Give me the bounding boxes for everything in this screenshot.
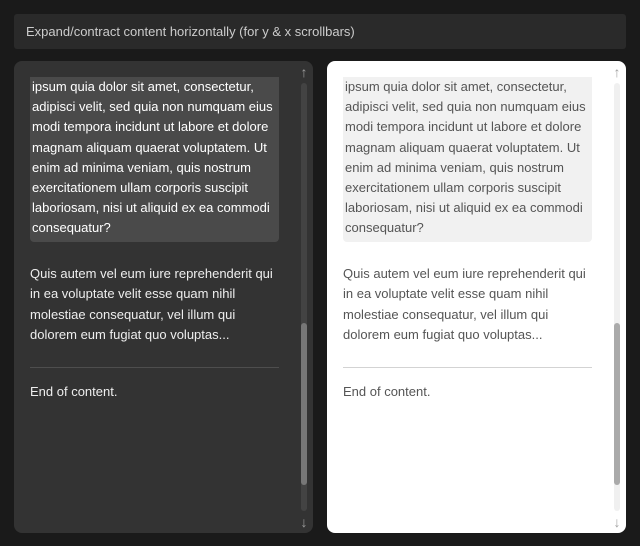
end-of-content-label: End of content. xyxy=(30,382,279,402)
arrow-up-icon[interactable]: ↑ xyxy=(614,65,621,79)
arrow-up-icon[interactable]: ↑ xyxy=(301,65,308,79)
divider xyxy=(343,367,592,368)
scrollbar-track[interactable] xyxy=(301,83,307,511)
paragraph-plain: Quis autem vel eum iure reprehenderit qu… xyxy=(343,264,592,345)
arrow-down-icon[interactable]: ↓ xyxy=(614,515,621,529)
arrow-down-icon[interactable]: ↓ xyxy=(301,515,308,529)
panels-row: Neque porro quisquam est, qui dolorem ip… xyxy=(0,61,640,533)
section-title: Expand/contract content horizontally (fo… xyxy=(26,24,355,39)
scroll-content-dark: Neque porro quisquam est, qui dolorem ip… xyxy=(30,77,279,402)
paragraph-plain: Quis autem vel eum iure reprehenderit qu… xyxy=(30,264,279,345)
scrollbar-thumb[interactable] xyxy=(614,323,620,486)
panel-dark: Neque porro quisquam est, qui dolorem ip… xyxy=(14,61,313,533)
paragraph-highlighted: Neque porro quisquam est, qui dolorem ip… xyxy=(343,77,592,242)
scrollbar-thumb[interactable] xyxy=(301,323,307,486)
section-header: Expand/contract content horizontally (fo… xyxy=(14,14,626,49)
panel-light: Neque porro quisquam est, qui dolorem ip… xyxy=(327,61,626,533)
scroll-content-light: Neque porro quisquam est, qui dolorem ip… xyxy=(343,77,592,402)
scrollbar-track[interactable] xyxy=(614,83,620,511)
divider xyxy=(30,367,279,368)
vertical-scrollbar-dark[interactable]: ↑ ↓ xyxy=(297,65,311,529)
end-of-content-label: End of content. xyxy=(343,382,592,402)
scroll-viewport-light[interactable]: Neque porro quisquam est, qui dolorem ip… xyxy=(343,77,610,517)
paragraph-highlighted: Neque porro quisquam est, qui dolorem ip… xyxy=(30,77,279,242)
scroll-viewport-dark[interactable]: Neque porro quisquam est, qui dolorem ip… xyxy=(30,77,297,517)
vertical-scrollbar-light[interactable]: ↑ ↓ xyxy=(610,65,624,529)
